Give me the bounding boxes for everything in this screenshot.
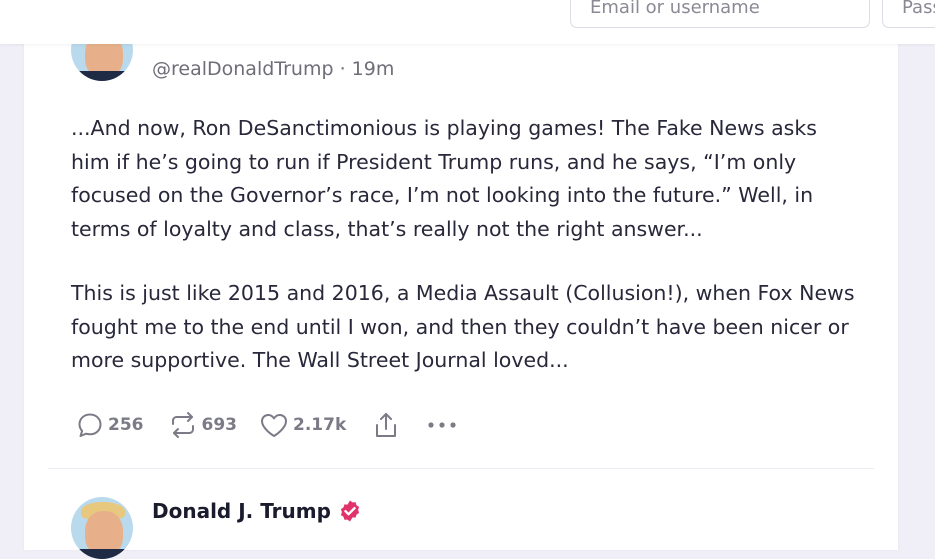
next-post-author: Donald J. Trump	[152, 499, 362, 523]
share-icon	[376, 413, 397, 437]
retruth-count: 693	[201, 415, 238, 435]
post-actions: 256 693 2.17k	[76, 410, 458, 440]
retruth-icon	[171, 412, 194, 438]
display-name[interactable]: Donald J. Trump	[152, 499, 331, 523]
avatar-suit	[71, 549, 133, 559]
post-timestamp[interactable]: 19m	[352, 58, 395, 80]
avatar[interactable]	[71, 497, 133, 559]
email-field[interactable]	[571, 0, 869, 27]
like-count: 2.17k	[293, 415, 347, 435]
post-body[interactable]: ...And now, Ron DeSanctimonious is playi…	[71, 112, 861, 409]
like-icon	[261, 414, 287, 437]
post-meta: @realDonaldTrump · 19m	[152, 58, 394, 80]
post-paragraph: ...And now, Ron DeSanctimonious is playi…	[71, 116, 817, 241]
share-button[interactable]	[372, 411, 400, 439]
retruth-button[interactable]: 693	[168, 411, 238, 439]
password-field[interactable]	[883, 0, 935, 27]
like-button[interactable]: 2.17k	[259, 411, 346, 439]
post-handle[interactable]: @realDonaldTrump	[152, 58, 334, 80]
post-paragraph: This is just like 2015 and 2016, a Media…	[71, 281, 855, 372]
post-divider	[48, 468, 874, 469]
reply-count: 256	[108, 415, 144, 435]
timeline-card: @realDonaldTrump · 19m ...And now, Ron D…	[24, 19, 898, 559]
verified-badge-icon	[338, 499, 362, 523]
avatar-suit	[71, 71, 133, 81]
password-field-container	[882, 0, 935, 28]
reply-button[interactable]: 256	[76, 411, 144, 439]
top-header-bar	[0, 0, 935, 44]
more-options-button[interactable]	[426, 411, 458, 439]
meta-separator: ·	[339, 58, 346, 80]
email-field-container	[570, 0, 870, 28]
more-icon	[428, 422, 456, 428]
reply-icon	[78, 413, 102, 437]
